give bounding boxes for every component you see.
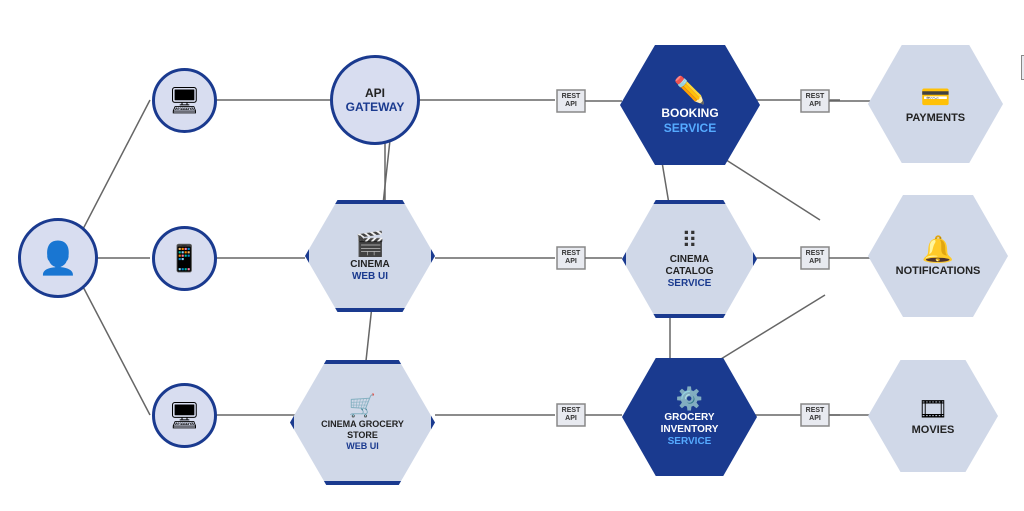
mobile-icon: 📱: [168, 243, 200, 274]
desktop1-node: 🖥: [152, 68, 217, 133]
catalog-label-bottom: SERVICE: [668, 278, 712, 290]
inventory-label-bottom: SERVICE: [668, 436, 712, 448]
inventory-icon: ⚙️: [676, 386, 703, 412]
user-node: 👤: [18, 218, 98, 298]
api-gateway-label-bottom: GATEWAY: [346, 100, 405, 114]
booking-icon: ✏️: [674, 75, 706, 106]
notifications-label: NOTIFICATIONS: [896, 265, 981, 278]
payments-label: PAYMENTS: [906, 112, 965, 125]
rest-api-label-booking: RESTAPI: [557, 90, 585, 112]
grocery-label-bottom: WEB UI: [346, 441, 379, 452]
desktop2-icon: 🖥: [168, 400, 201, 431]
desktop2-node: 🖥: [152, 383, 217, 448]
payments-node: 💳 PAYMENTS STRIPEADAPTER: [868, 45, 1003, 163]
notifications-node: 🔔 NOTIFICATIONS TWILIOADAPTER SENDGRIDAD…: [868, 195, 1008, 317]
api-gateway-node: API GATEWAY: [330, 55, 420, 145]
grocery-label-top: CINEMA GROCERYSTORE: [321, 419, 404, 441]
booking-label-bottom: SERVICE: [664, 121, 716, 135]
desktop1-icon: 🖥: [168, 85, 201, 116]
cinema-web-ui-icon: 🎬: [355, 230, 385, 259]
cinema-web-ui-node: 🎬 CINEMA WEB UI: [305, 200, 435, 312]
rest-api-label-movies: RESTAPI: [801, 404, 829, 426]
cinema-grocery-node: 🛒 CINEMA GROCERYSTORE WEB UI: [290, 360, 435, 485]
cinema-web-ui-label-top: CINEMA: [350, 259, 389, 271]
inventory-label-top: GROCERYINVENTORY: [661, 412, 719, 436]
rest-api-label-catalog: RESTAPI: [557, 247, 585, 269]
architecture-diagram: RESTAPI RESTAPI RESTAPI RESTAPI RESTAPI …: [0, 0, 1024, 511]
booking-node: ✏️ BOOKING SERVICE: [620, 45, 760, 165]
cinema-web-ui-label-bottom: WEB UI: [352, 271, 388, 283]
cinema-catalog-node: ⠿ CINEMACATALOG SERVICE: [622, 200, 757, 318]
movies-node: 🎞 MOVIES: [868, 360, 998, 472]
mobile-node: 📱: [152, 226, 217, 291]
rest-api-label-notifications: RESTAPI: [801, 247, 829, 269]
catalog-icon: ⠿: [681, 228, 697, 254]
grocery-inventory-node: ⚙️ GROCERYINVENTORY SERVICE: [622, 358, 757, 476]
rest-api-label-grocery: RESTAPI: [557, 404, 585, 426]
movies-icon: 🎞: [918, 395, 948, 424]
notifications-icon: 🔔: [922, 234, 954, 265]
catalog-label-top: CINEMACATALOG: [666, 254, 714, 278]
grocery-icon: 🛒: [349, 393, 376, 419]
api-gateway-label-top: API: [346, 86, 405, 100]
user-icon: 👤: [38, 239, 78, 277]
movies-label: MOVIES: [912, 424, 955, 437]
rest-api-label-payments: RESTAPI: [801, 90, 829, 112]
booking-label-top: BOOKING: [661, 106, 718, 120]
payments-icon: 💳: [921, 83, 951, 112]
